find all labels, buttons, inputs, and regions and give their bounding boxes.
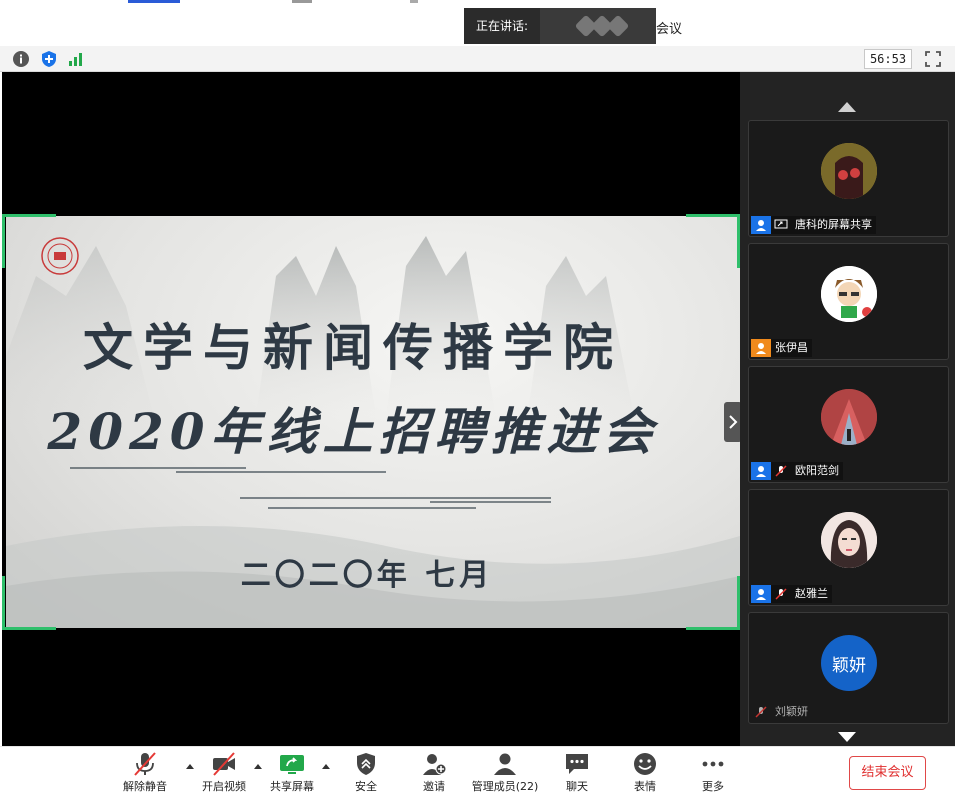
share-frame-corner [686,214,740,268]
audio-options-caret-icon[interactable] [186,764,194,769]
muted-mic-icon [771,585,791,603]
avatar: 颖妍 [821,635,877,691]
title-strip [128,0,180,3]
participant-icon [751,585,771,603]
meeting-title-suffix: 会议 [656,22,683,37]
avatar [821,143,877,199]
more-button[interactable]: 更多 [693,751,733,796]
participant-name: 张伊昌 [771,339,812,357]
avatar [821,266,877,322]
participant-name-tag: 唐科的屏幕共享 [751,216,876,234]
share-frame-corner [686,576,740,630]
participant-tile[interactable]: 欧阳范剑 [748,366,949,483]
gallery-scroll-up-icon[interactable] [838,102,856,112]
end-meeting-button[interactable]: 结束会议 [849,756,926,790]
participant-name-tag: 刘颖妍 [751,703,812,721]
title-strip [292,0,312,3]
participant-tile[interactable]: 唐科的屏幕共享 [748,120,949,237]
manage-members-button[interactable]: 管理成员(22) [470,751,540,796]
shield-icon[interactable] [40,50,58,68]
avatar [821,389,877,445]
smiley-icon [634,753,656,775]
participant-name-tag: 赵雅兰 [751,585,832,603]
chat-label: 聊天 [566,780,588,793]
share-options-caret-icon[interactable] [322,764,330,769]
fullscreen-icon[interactable] [924,50,942,68]
info-icon[interactable] [12,50,30,68]
slide-title-line2: 2020年线上招聘推进会 [47,402,659,461]
share-screen-label: 共享屏幕 [270,780,314,793]
reactions-label: 表情 [634,780,656,793]
share-frame-corner [2,214,56,268]
gallery-scroll-down-icon[interactable] [838,732,856,742]
signal-icon[interactable] [67,50,85,68]
more-dots-icon [702,761,724,767]
participant-name: 刘颖妍 [771,703,812,721]
participant-tile[interactable]: 张伊昌 [748,243,949,360]
share-screen-button[interactable]: 共享屏幕 [266,751,318,796]
screen-share-icon [771,216,791,234]
host-icon [751,216,771,234]
meeting-window: 正在讲话: 会议 56:53 文学与新闻传播学院 2020年线上招聘推进会 二〇… [0,0,955,796]
invite-button[interactable]: 邀请 [414,751,454,796]
avatar-initials: 颖妍 [832,655,866,676]
meeting-control-bar: 解除静音 开启视频 共享屏幕 安全 邀请 管理成员(22) 聊天 表情 更多 结… [0,746,955,796]
meeting-timer: 56:53 [864,49,912,69]
participant-name: 欧阳范剑 [791,462,843,480]
presentation-slide: 文学与新闻传播学院 2020年线上招聘推进会 二〇二〇年 七月 [6,216,740,628]
speaking-label: 正在讲话: [476,19,529,33]
co-host-icon [751,339,771,357]
unmute-button[interactable]: 解除静音 [120,751,170,796]
security-label: 安全 [355,780,377,793]
participant-tile[interactable]: 赵雅兰 [748,489,949,606]
share-screen-icon [280,755,304,774]
manage-members-label: 管理成员(22) [471,780,539,793]
more-label: 更多 [702,780,724,793]
title-bar: 正在讲话: 会议 [0,0,955,46]
slide-date: 二〇二〇年 七月 [240,558,494,593]
avatar [821,512,877,568]
start-video-button[interactable]: 开启视频 [199,751,249,796]
unmute-label: 解除静音 [123,780,167,793]
meeting-info-bar: 56:53 [0,46,955,72]
chat-button[interactable]: 聊天 [557,751,597,796]
participant-name-tag: 张伊昌 [751,339,812,357]
reactions-button[interactable]: 表情 [625,751,665,796]
participant-name-tag: 欧阳范剑 [751,462,843,480]
participant-name: 唐科的屏幕共享 [791,216,876,234]
participant-name: 赵雅兰 [791,585,832,603]
shield-icon [357,753,375,775]
shared-screen-stage: 文学与新闻传播学院 2020年线上招聘推进会 二〇二〇年 七月 [2,72,742,746]
muted-mic-icon [771,462,791,480]
participant-tile[interactable]: 颖妍 刘颖妍 [748,612,949,724]
title-strip [410,0,418,3]
video-options-caret-icon[interactable] [254,764,262,769]
participant-icon [751,462,771,480]
chat-icon [566,754,588,774]
muted-mic-icon [751,703,771,721]
share-frame-corner [2,576,56,630]
invite-label: 邀请 [423,780,445,793]
slide-title-line1: 文学与新闻传播学院 [83,318,623,377]
add-user-icon [423,754,447,775]
video-off-icon [213,752,235,776]
participant-gallery: 唐科的屏幕共享 张伊昌 欧阳范剑 赵雅兰 颖妍 刘颖妍 [740,72,955,746]
speaker-name-redacted [540,8,656,44]
muted-mic-icon [134,752,156,776]
start-video-label: 开启视频 [202,780,246,793]
participants-icon [494,753,516,775]
security-button[interactable]: 安全 [346,751,386,796]
